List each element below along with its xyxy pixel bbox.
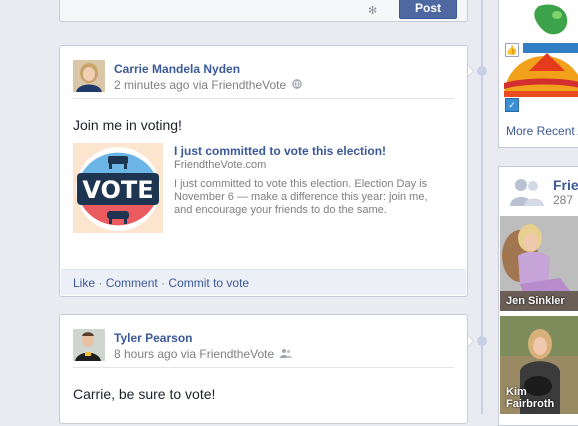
like-thumb-icon[interactable]: 👍 [505, 43, 519, 57]
story-card: Tyler Pearson 8 hours ago via FriendtheV… [59, 314, 468, 424]
friend-tile[interactable]: Kim Fairbroth [500, 316, 578, 414]
avatar[interactable] [73, 329, 105, 361]
composer-footer: ✻ Post [59, 0, 468, 22]
via-label: via [180, 347, 197, 361]
story-author[interactable]: Tyler Pearson [114, 331, 192, 345]
timeline-dot [477, 336, 487, 346]
story-meta: 2 minutes ago via FriendtheVote [114, 78, 303, 92]
avatar[interactable] [73, 60, 105, 92]
story-card: Carrie Mandela Nyden 2 minutes ago via F… [59, 45, 468, 297]
vote-badge-image[interactable]: VOTE [73, 143, 163, 233]
story-time[interactable]: 2 minutes ago [114, 78, 189, 92]
via-label: via [192, 78, 209, 92]
friend-tile[interactable]: Jen Sinkler [500, 216, 578, 311]
globe-icon[interactable] [292, 78, 303, 92]
divider [73, 98, 454, 99]
commit-to-vote-link[interactable]: Commit to vote [168, 276, 249, 290]
checkbox-icon[interactable]: ✓ [505, 98, 519, 112]
app-promo-image[interactable]: 👍 ✓ [499, 1, 578, 116]
gear-icon[interactable]: ✻ [368, 4, 377, 17]
story-time[interactable]: 8 hours ago [114, 347, 177, 361]
comment-link[interactable]: Comment [106, 276, 158, 290]
divider [73, 367, 454, 368]
timeline-dot [477, 66, 487, 76]
action-separator: · [98, 276, 103, 290]
story-actions: Like · Comment · Commit to vote [61, 269, 466, 295]
attachment-description: I just committed to vote this election. … [174, 178, 428, 216]
attachment-domain: FriendtheVote.com [174, 159, 267, 171]
friends-count: 287 [553, 193, 574, 207]
action-separator: · [161, 276, 166, 290]
app-link[interactable]: FriendtheVote [211, 78, 286, 92]
vote-badge-text: VOTE [82, 176, 153, 204]
more-recent-link[interactable]: More Recent A [506, 124, 578, 138]
like-link[interactable]: Like [73, 276, 95, 290]
attachment-title[interactable]: I just committed to vote this election! [174, 144, 386, 158]
friend-name[interactable]: Kim Fairbroth [506, 386, 578, 410]
story-message: Join me in voting! [73, 117, 182, 133]
friends-audience-icon[interactable] [280, 347, 293, 361]
post-button[interactable]: Post [399, 0, 457, 19]
story-message: Carrie, be sure to vote! [73, 386, 216, 402]
friends-icon [509, 176, 545, 209]
story-author[interactable]: Carrie Mandela Nyden [114, 62, 240, 76]
timeline-spine [481, 0, 483, 414]
app-link[interactable]: FriendtheVote [199, 347, 274, 361]
friend-name[interactable]: Jen Sinkler [506, 295, 565, 307]
friends-title[interactable]: Frien [553, 177, 578, 193]
story-meta: 8 hours ago via FriendtheVote [114, 347, 293, 361]
